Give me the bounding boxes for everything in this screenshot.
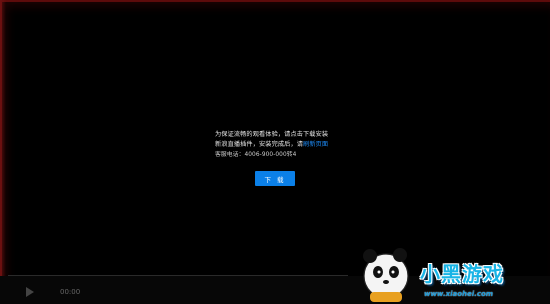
- player-border: [0, 0, 6, 304]
- notice-line-2-text: 新浪直播插件，安装完成后，请: [215, 141, 304, 148]
- panda-mascot-icon: [363, 248, 409, 302]
- play-icon[interactable]: [26, 287, 34, 297]
- notice-line-2: 新浪直播插件，安装完成后，请刷新页面: [215, 140, 365, 150]
- time-display: 00:00: [60, 288, 81, 296]
- progress-bar[interactable]: [8, 275, 348, 276]
- watermark-brand: 小黑游戏: [420, 262, 504, 286]
- watermark-url: www.xiaohei.com: [424, 290, 494, 298]
- plugin-notice: 为保证流畅的观看体验，请点击下载安装 新浪直播插件，安装完成后，请刷新页面 客服…: [215, 130, 365, 160]
- refresh-page-link[interactable]: 刷新页面: [303, 141, 328, 148]
- download-button[interactable]: 下 载: [255, 171, 295, 186]
- service-hotline: 客服电话：4006-900-000转4: [215, 152, 297, 158]
- notice-line-1: 为保证流畅的观看体验，请点击下载安装: [215, 131, 329, 138]
